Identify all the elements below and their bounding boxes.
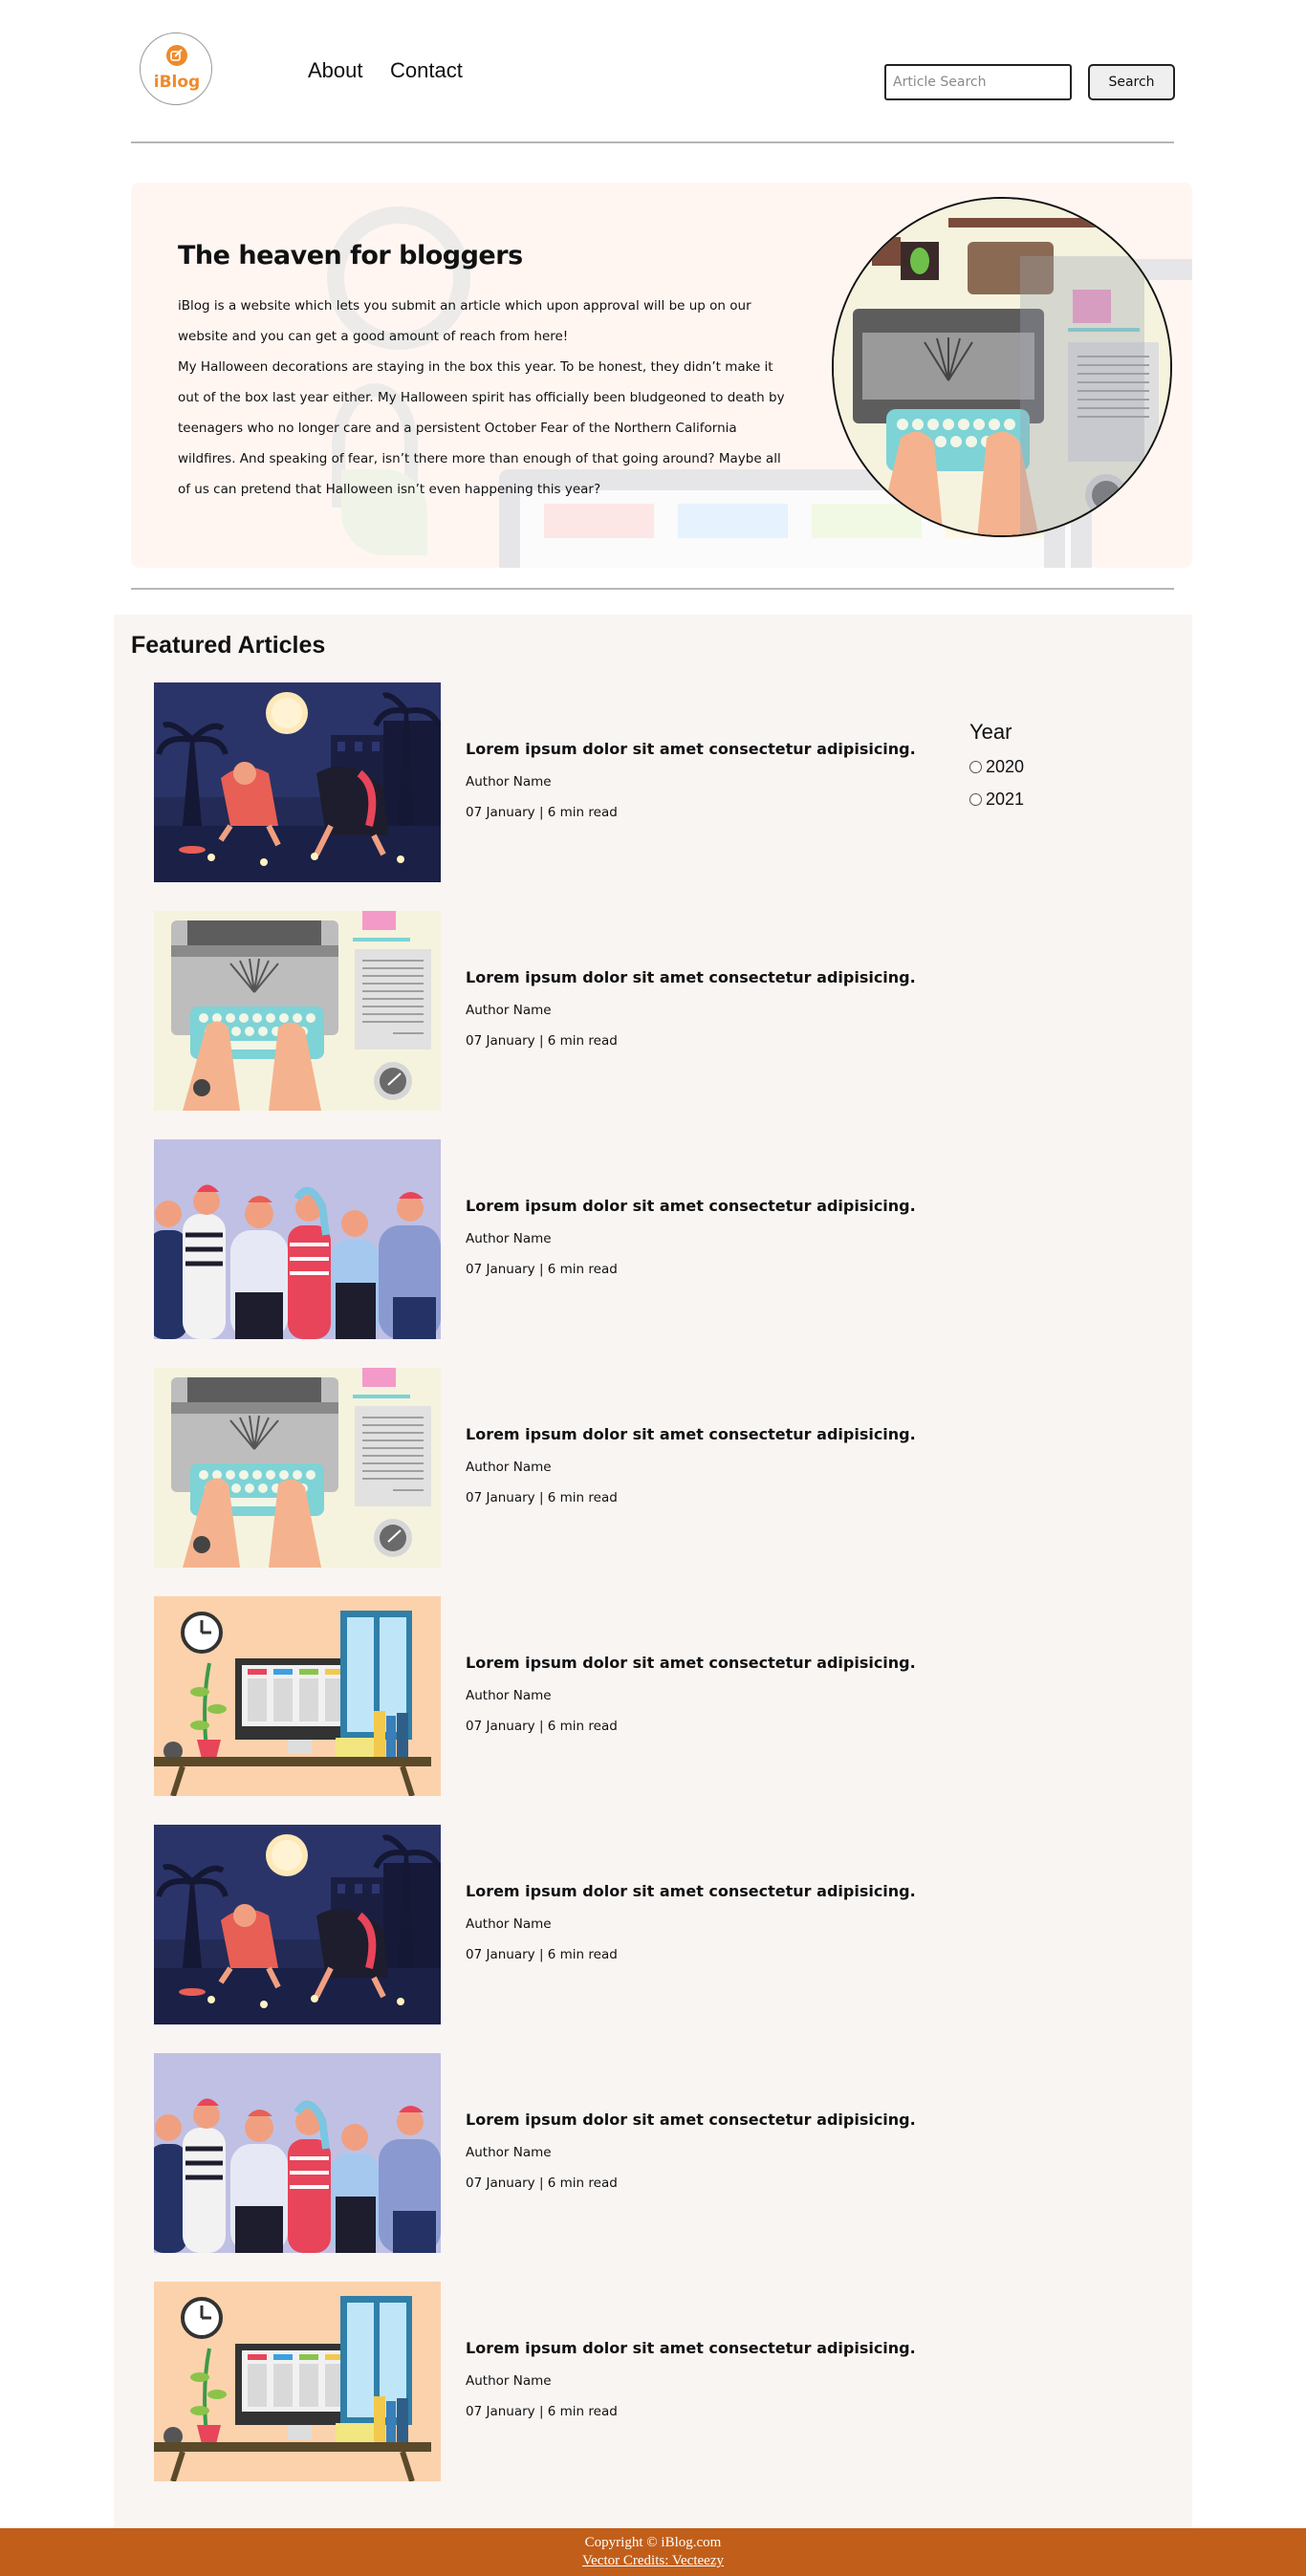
article-card[interactable]: Lorem ipsum dolor sit amet consectetur a… <box>154 2053 976 2253</box>
article-meta: 07 January | 6 min read <box>466 805 618 820</box>
year-option-2020[interactable]: 2020 <box>969 750 1122 783</box>
section-title: Featured Articles <box>131 632 326 659</box>
year-option-label: 2020 <box>986 756 1025 776</box>
vector-credits-link[interactable]: Vector Credits: Vecteezy <box>582 2553 724 2568</box>
copyright-text: Copyright © iBlog.com <box>584 2535 722 2550</box>
article-author: Author Name <box>466 2373 552 2389</box>
logo-text: iBlog <box>153 73 201 92</box>
article-meta: 07 January | 6 min read <box>466 2176 618 2191</box>
article-meta: 07 January | 6 min read <box>466 2404 618 2419</box>
site-logo[interactable]: iBlog <box>140 32 212 105</box>
article-thumbnail[interactable] <box>154 1596 441 1796</box>
site-footer: Copyright © iBlog.com Vector Credits: Ve… <box>0 2528 1306 2576</box>
pencil-icon <box>166 45 187 66</box>
filter-title: Year <box>969 720 1012 744</box>
year-filter: Year 2020 2021 <box>969 720 1122 815</box>
article-meta: 07 January | 6 min read <box>466 1033 618 1049</box>
article-card[interactable]: Lorem ipsum dolor sit amet consectetur a… <box>154 1139 976 1339</box>
hero-title: The heaven for bloggers <box>178 241 523 271</box>
radio-button[interactable] <box>969 760 982 773</box>
article-author: Author Name <box>466 1460 552 1475</box>
hero-paragraph: My Halloween decorations are staying in … <box>178 359 785 497</box>
article-thumbnail[interactable] <box>154 1139 441 1339</box>
article-author: Author Name <box>466 774 552 790</box>
article-title[interactable]: Lorem ipsum dolor sit amet consectetur a… <box>466 1654 916 1672</box>
article-card[interactable]: Lorem ipsum dolor sit amet consectetur a… <box>154 1825 976 2024</box>
radio-button[interactable] <box>969 792 982 806</box>
search-button[interactable]: Search <box>1088 64 1175 100</box>
year-option-label: 2021 <box>986 789 1025 809</box>
hero-illustration <box>832 197 1172 537</box>
nav-link-about[interactable]: About <box>308 58 363 83</box>
article-title[interactable]: Lorem ipsum dolor sit amet consectetur a… <box>466 740 916 758</box>
article-title[interactable]: Lorem ipsum dolor sit amet consectetur a… <box>466 2111 916 2129</box>
article-title[interactable]: Lorem ipsum dolor sit amet consectetur a… <box>466 1882 916 1900</box>
hero-description: iBlog is a website which lets you submit… <box>178 291 790 505</box>
header-divider <box>131 141 1174 143</box>
article-author: Author Name <box>466 1003 552 1018</box>
article-title[interactable]: Lorem ipsum dolor sit amet consectetur a… <box>466 2339 916 2357</box>
article-author: Author Name <box>466 1688 552 1703</box>
hero-paragraph: iBlog is a website which lets you submit… <box>178 298 751 344</box>
year-option-2021[interactable]: 2021 <box>969 783 1122 815</box>
article-thumbnail[interactable] <box>154 682 441 882</box>
article-meta: 07 January | 6 min read <box>466 1262 618 1277</box>
hero-banner: The heaven for bloggers iBlog is a websi… <box>131 183 1192 568</box>
article-title[interactable]: Lorem ipsum dolor sit amet consectetur a… <box>466 1425 916 1443</box>
hero-divider <box>131 588 1174 590</box>
article-search-input[interactable] <box>884 64 1072 100</box>
article-card[interactable]: Lorem ipsum dolor sit amet consectetur a… <box>154 1596 976 1796</box>
article-thumbnail[interactable] <box>154 1368 441 1568</box>
featured-articles-section: Featured Articles Lorem ipsum dolor sit … <box>114 615 1192 2528</box>
article-card[interactable]: Lorem ipsum dolor sit amet consectetur a… <box>154 2282 976 2481</box>
article-title[interactable]: Lorem ipsum dolor sit amet consectetur a… <box>466 1197 916 1215</box>
article-author: Author Name <box>466 2145 552 2160</box>
article-thumbnail[interactable] <box>154 2053 441 2253</box>
article-card[interactable]: Lorem ipsum dolor sit amet consectetur a… <box>154 911 976 1111</box>
nav-link-contact[interactable]: Contact <box>390 58 463 83</box>
article-title[interactable]: Lorem ipsum dolor sit amet consectetur a… <box>466 968 916 986</box>
article-thumbnail[interactable] <box>154 2282 441 2481</box>
article-author: Author Name <box>466 1231 552 1246</box>
article-card[interactable]: Lorem ipsum dolor sit amet consectetur a… <box>154 1368 976 1568</box>
article-thumbnail[interactable] <box>154 911 441 1111</box>
article-thumbnail[interactable] <box>154 1825 441 2024</box>
article-meta: 07 January | 6 min read <box>466 1947 618 1962</box>
article-author: Author Name <box>466 1916 552 1932</box>
article-card[interactable]: Lorem ipsum dolor sit amet consectetur a… <box>154 682 976 882</box>
article-meta: 07 January | 6 min read <box>466 1719 618 1734</box>
article-meta: 07 January | 6 min read <box>466 1490 618 1505</box>
